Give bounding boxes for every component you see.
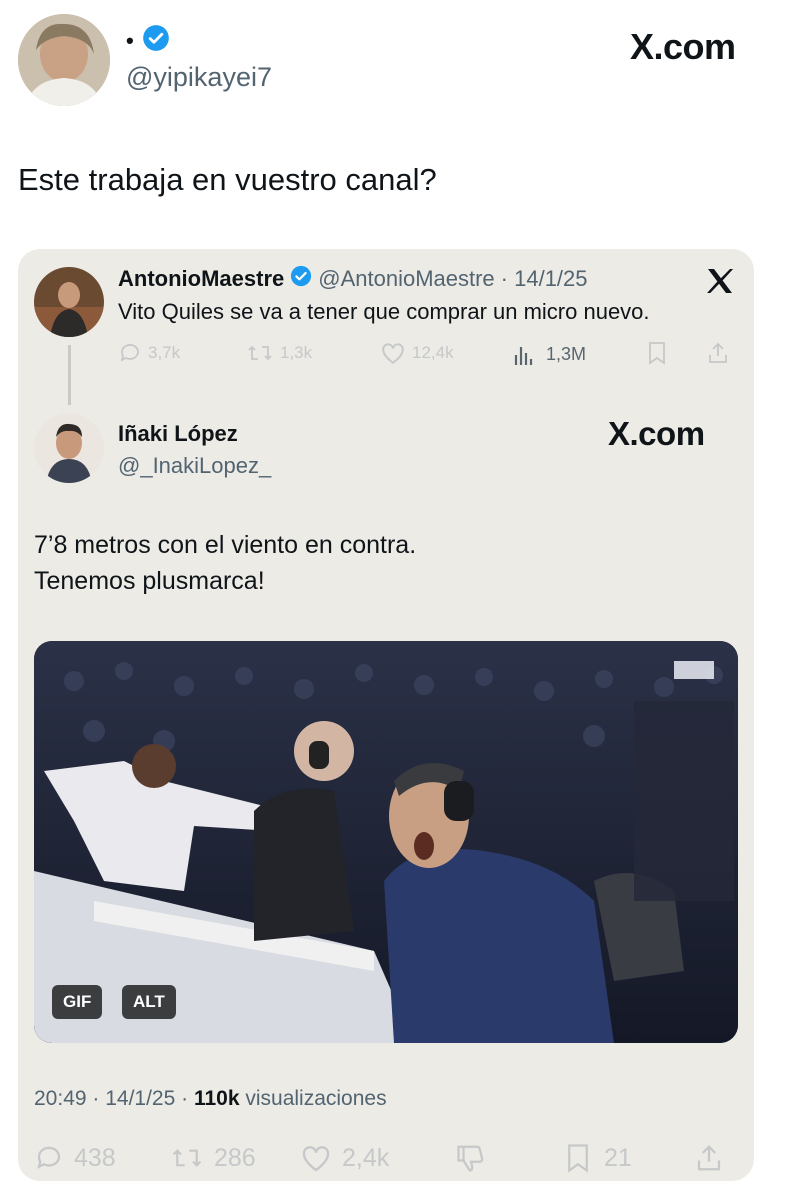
quoted-stats-row: 438 286 2,4k 21	[18, 1143, 754, 1177]
parent-like-button[interactable]: 12,4k	[380, 341, 454, 365]
reply-button[interactable]: 438	[34, 1143, 116, 1173]
bookmark-icon	[649, 342, 665, 365]
repost-icon	[248, 345, 272, 361]
quoted-tweet-card[interactable]: AntonioMaestre @AntonioMaestre · 14/1/25…	[18, 249, 754, 1181]
alt-badge[interactable]: ALT	[122, 985, 176, 1019]
bookmark-icon	[568, 1144, 588, 1173]
parent-tweet-text: Vito Quiles se va a tener que comprar un…	[118, 299, 650, 324]
parent-stats-row: 3,7k 1,3k 12,4k 1,3M	[18, 341, 754, 371]
parent-author-name[interactable]: AntonioMaestre	[118, 266, 284, 292]
share-icon	[709, 342, 727, 363]
parent-bookmark-button[interactable]	[646, 341, 668, 370]
parent-repost-button[interactable]: 1,3k	[246, 341, 312, 365]
reply-icon	[120, 344, 139, 362]
reply-icon	[37, 1146, 61, 1169]
verified-badge-icon	[142, 24, 170, 57]
quoted-x-com-logo: X.com	[608, 415, 705, 452]
dislike-button[interactable]	[454, 1143, 488, 1180]
x-logo-icon	[704, 265, 736, 302]
repost-button[interactable]: 286	[170, 1143, 256, 1173]
parent-views-button[interactable]: 1,3M	[512, 341, 586, 367]
views-label: visualizaciones	[245, 1087, 387, 1110]
views-count: 110k	[193, 1087, 240, 1110]
gif-media[interactable]: GIF ALT	[34, 641, 738, 1043]
like-button[interactable]: 2,4k	[300, 1143, 389, 1173]
author-avatar[interactable]	[18, 14, 110, 106]
repost-icon	[172, 1149, 202, 1167]
views-icon	[514, 347, 533, 365]
share-icon	[697, 1145, 721, 1171]
gif-badge[interactable]: GIF	[52, 985, 103, 1019]
parent-share-button[interactable]	[706, 341, 730, 370]
parent-author-handle[interactable]: @AntonioMaestre	[318, 266, 494, 292]
thread-connector-line	[68, 345, 71, 405]
tweet-timestamp[interactable]: 20:49 · 14/1/25 ·	[34, 1087, 188, 1110]
bookmark-button[interactable]: 21	[564, 1143, 632, 1173]
parent-header: AntonioMaestre @AntonioMaestre · 14/1/25	[118, 265, 588, 293]
heart-icon	[302, 1146, 330, 1172]
quoted-author-handle[interactable]: @_InakiLopez_	[118, 453, 271, 479]
quoted-text-line-2: Tenemos plusmarca!	[34, 567, 265, 595]
verified-badge-icon	[290, 265, 312, 293]
tweet-text: Este trabaja en vuestro canal?	[18, 162, 437, 197]
quoted-author-name[interactable]: Iñaki López	[118, 421, 238, 447]
parent-reply-button[interactable]: 3,7k	[118, 341, 180, 365]
parent-author-avatar[interactable]	[34, 267, 104, 337]
author-display-name[interactable]: •	[126, 28, 134, 54]
author-name-row: •	[126, 24, 170, 57]
author-handle[interactable]: @yipikayei7	[126, 62, 272, 93]
quoted-text-line-1: 7’8 metros con el viento en contra.	[34, 531, 417, 559]
tweet-meta: 20:49 · 14/1/25 · 110k visualizaciones	[34, 1087, 387, 1111]
parent-date: · 14/1/25	[500, 266, 588, 291]
heart-icon	[382, 343, 404, 364]
x-com-logo: X.com	[630, 26, 736, 67]
quoted-author-avatar[interactable]	[34, 413, 104, 483]
thumbs-down-icon	[457, 1145, 484, 1172]
share-button[interactable]	[694, 1143, 724, 1180]
